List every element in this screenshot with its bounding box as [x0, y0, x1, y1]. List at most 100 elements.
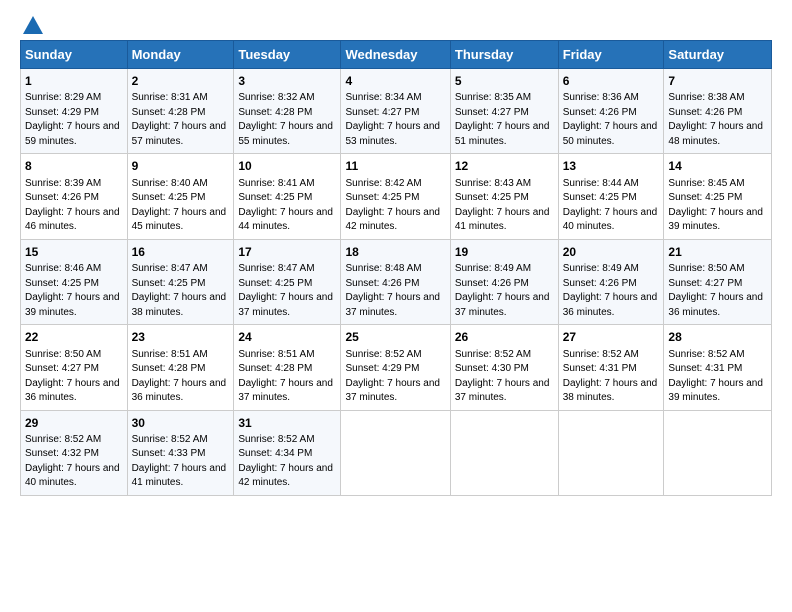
- sunset-text: Sunset: 4:26 PM: [345, 278, 419, 289]
- calendar-cell: 30Sunrise: 8:52 AMSunset: 4:33 PMDayligh…: [127, 410, 234, 495]
- sunrise-text: Sunrise: 8:49 AM: [563, 263, 639, 274]
- day-number: 3: [238, 73, 336, 90]
- sunset-text: Sunset: 4:27 PM: [455, 107, 529, 118]
- sunset-text: Sunset: 4:31 PM: [563, 363, 637, 374]
- sunrise-text: Sunrise: 8:36 AM: [563, 92, 639, 103]
- sunrise-text: Sunrise: 8:35 AM: [455, 92, 531, 103]
- daylight-text: Daylight: 7 hours and 36 minutes.: [25, 378, 120, 404]
- column-header-saturday: Saturday: [664, 41, 772, 69]
- day-number: 11: [345, 158, 445, 175]
- daylight-text: Daylight: 7 hours and 36 minutes.: [563, 292, 658, 318]
- calendar-cell: [341, 410, 450, 495]
- page: SundayMondayTuesdayWednesdayThursdayFrid…: [0, 0, 792, 506]
- daylight-text: Daylight: 7 hours and 53 minutes.: [345, 121, 440, 147]
- calendar-cell: 23Sunrise: 8:51 AMSunset: 4:28 PMDayligh…: [127, 325, 234, 410]
- daylight-text: Daylight: 7 hours and 46 minutes.: [25, 207, 120, 233]
- calendar-cell: 19Sunrise: 8:49 AMSunset: 4:26 PMDayligh…: [450, 239, 558, 324]
- calendar-week-row: 22 Sunrise: 8:50 AM Sunset: 4:27 PM Dayligh…: [21, 325, 772, 410]
- calendar-header-row: SundayMondayTuesdayWednesdayThursdayFrid…: [21, 41, 772, 69]
- calendar-cell: 2Sunrise: 8:31 AMSunset: 4:28 PMDaylight…: [127, 69, 234, 154]
- sunset-text: Sunset: 4:31 PM: [668, 363, 742, 374]
- daylight-text: Daylight: 7 hours and 51 minutes.: [455, 121, 550, 147]
- day-number: 8: [25, 158, 123, 175]
- calendar-cell: 24Sunrise: 8:51 AMSunset: 4:28 PMDayligh…: [234, 325, 341, 410]
- day-number: 29: [25, 415, 123, 432]
- calendar-cell: 10Sunrise: 8:41 AMSunset: 4:25 PMDayligh…: [234, 154, 341, 239]
- sunrise-text: Sunrise: 8:51 AM: [132, 349, 208, 360]
- sunset-text: Sunset: 4:25 PM: [345, 192, 419, 203]
- daylight-text: Daylight: 7 hours and 40 minutes.: [563, 207, 658, 233]
- calendar-cell: [664, 410, 772, 495]
- day-number: 31: [238, 415, 336, 432]
- calendar-cell: 20Sunrise: 8:49 AMSunset: 4:26 PMDayligh…: [558, 239, 664, 324]
- column-header-thursday: Thursday: [450, 41, 558, 69]
- calendar-cell: 21Sunrise: 8:50 AMSunset: 4:27 PMDayligh…: [664, 239, 772, 324]
- calendar-cell: 25Sunrise: 8:52 AMSunset: 4:29 PMDayligh…: [341, 325, 450, 410]
- calendar-body: 1Sunrise: 8:29 AMSunset: 4:29 PMDaylight…: [21, 69, 772, 496]
- daylight-text: Daylight: 7 hours and 37 minutes.: [238, 378, 333, 404]
- daylight-text: Daylight: 7 hours and 59 minutes.: [25, 121, 120, 147]
- sunrise-text: Sunrise: 8:52 AM: [668, 349, 744, 360]
- sunset-text: Sunset: 4:34 PM: [238, 448, 312, 459]
- daylight-text: Daylight: 7 hours and 42 minutes.: [238, 463, 333, 489]
- sunrise-text: Sunrise: 8:47 AM: [238, 263, 314, 274]
- sunrise-text: Sunrise: 8:46 AM: [25, 263, 101, 274]
- day-number: 1: [25, 73, 123, 90]
- calendar-cell: 26Sunrise: 8:52 AMSunset: 4:30 PMDayligh…: [450, 325, 558, 410]
- sunset-text: Sunset: 4:27 PM: [345, 107, 419, 118]
- day-number: 9: [132, 158, 230, 175]
- day-number: 14: [668, 158, 767, 175]
- sunrise-text: Sunrise: 8:50 AM: [25, 349, 101, 360]
- sunrise-text: Sunrise: 8:41 AM: [238, 178, 314, 189]
- calendar-cell: 13Sunrise: 8:44 AMSunset: 4:25 PMDayligh…: [558, 154, 664, 239]
- calendar-week-row: 1Sunrise: 8:29 AMSunset: 4:29 PMDaylight…: [21, 69, 772, 154]
- daylight-text: Daylight: 7 hours and 44 minutes.: [238, 207, 333, 233]
- day-number: 5: [455, 73, 554, 90]
- calendar-cell: 18Sunrise: 8:48 AMSunset: 4:26 PMDayligh…: [341, 239, 450, 324]
- sunrise-text: Sunrise: 8:39 AM: [25, 178, 101, 189]
- day-number: 18: [345, 244, 445, 261]
- daylight-text: Daylight: 7 hours and 37 minutes.: [345, 378, 440, 404]
- calendar-cell: 14Sunrise: 8:45 AMSunset: 4:25 PMDayligh…: [664, 154, 772, 239]
- daylight-text: Daylight: 7 hours and 39 minutes.: [668, 378, 763, 404]
- day-number: 22: [25, 329, 123, 346]
- day-number: 27: [563, 329, 660, 346]
- daylight-text: Daylight: 7 hours and 42 minutes.: [345, 207, 440, 233]
- calendar-cell: 8Sunrise: 8:39 AMSunset: 4:26 PMDaylight…: [21, 154, 128, 239]
- sunset-text: Sunset: 4:26 PM: [563, 278, 637, 289]
- calendar-cell: 28Sunrise: 8:52 AMSunset: 4:31 PMDayligh…: [664, 325, 772, 410]
- calendar-cell: 7Sunrise: 8:38 AMSunset: 4:26 PMDaylight…: [664, 69, 772, 154]
- calendar-cell: [558, 410, 664, 495]
- day-number: 15: [25, 244, 123, 261]
- day-number: 26: [455, 329, 554, 346]
- calendar-week-row: 15Sunrise: 8:46 AMSunset: 4:25 PMDayligh…: [21, 239, 772, 324]
- daylight-text: Daylight: 7 hours and 39 minutes.: [25, 292, 120, 318]
- calendar-cell: 1Sunrise: 8:29 AMSunset: 4:29 PMDaylight…: [21, 69, 128, 154]
- sunset-text: Sunset: 4:28 PM: [132, 363, 206, 374]
- calendar-cell: 16Sunrise: 8:47 AMSunset: 4:25 PMDayligh…: [127, 239, 234, 324]
- sunset-text: Sunset: 4:29 PM: [25, 107, 99, 118]
- day-number: 13: [563, 158, 660, 175]
- day-number: 30: [132, 415, 230, 432]
- calendar-cell: 27Sunrise: 8:52 AMSunset: 4:31 PMDayligh…: [558, 325, 664, 410]
- calendar-cell: 4Sunrise: 8:34 AMSunset: 4:27 PMDaylight…: [341, 69, 450, 154]
- calendar-cell: [450, 410, 558, 495]
- day-number: 2: [132, 73, 230, 90]
- sunset-text: Sunset: 4:28 PM: [238, 107, 312, 118]
- logo-triangle-icon: [23, 16, 43, 34]
- day-number: 17: [238, 244, 336, 261]
- sunrise-text: Sunrise: 8:51 AM: [238, 349, 314, 360]
- sunrise-text: Sunrise: 8:38 AM: [668, 92, 744, 103]
- sunset-text: Sunset: 4:28 PM: [132, 107, 206, 118]
- sunrise-text: Sunrise: 8:52 AM: [132, 434, 208, 445]
- sunrise-text: Sunrise: 8:45 AM: [668, 178, 744, 189]
- day-number: 21: [668, 244, 767, 261]
- day-number: 12: [455, 158, 554, 175]
- day-number: 6: [563, 73, 660, 90]
- daylight-text: Daylight: 7 hours and 38 minutes.: [132, 292, 227, 318]
- calendar-cell: 11Sunrise: 8:42 AMSunset: 4:25 PMDayligh…: [341, 154, 450, 239]
- daylight-text: Daylight: 7 hours and 55 minutes.: [238, 121, 333, 147]
- calendar-cell: 6Sunrise: 8:36 AMSunset: 4:26 PMDaylight…: [558, 69, 664, 154]
- sunset-text: Sunset: 4:25 PM: [668, 192, 742, 203]
- sunset-text: Sunset: 4:27 PM: [25, 363, 99, 374]
